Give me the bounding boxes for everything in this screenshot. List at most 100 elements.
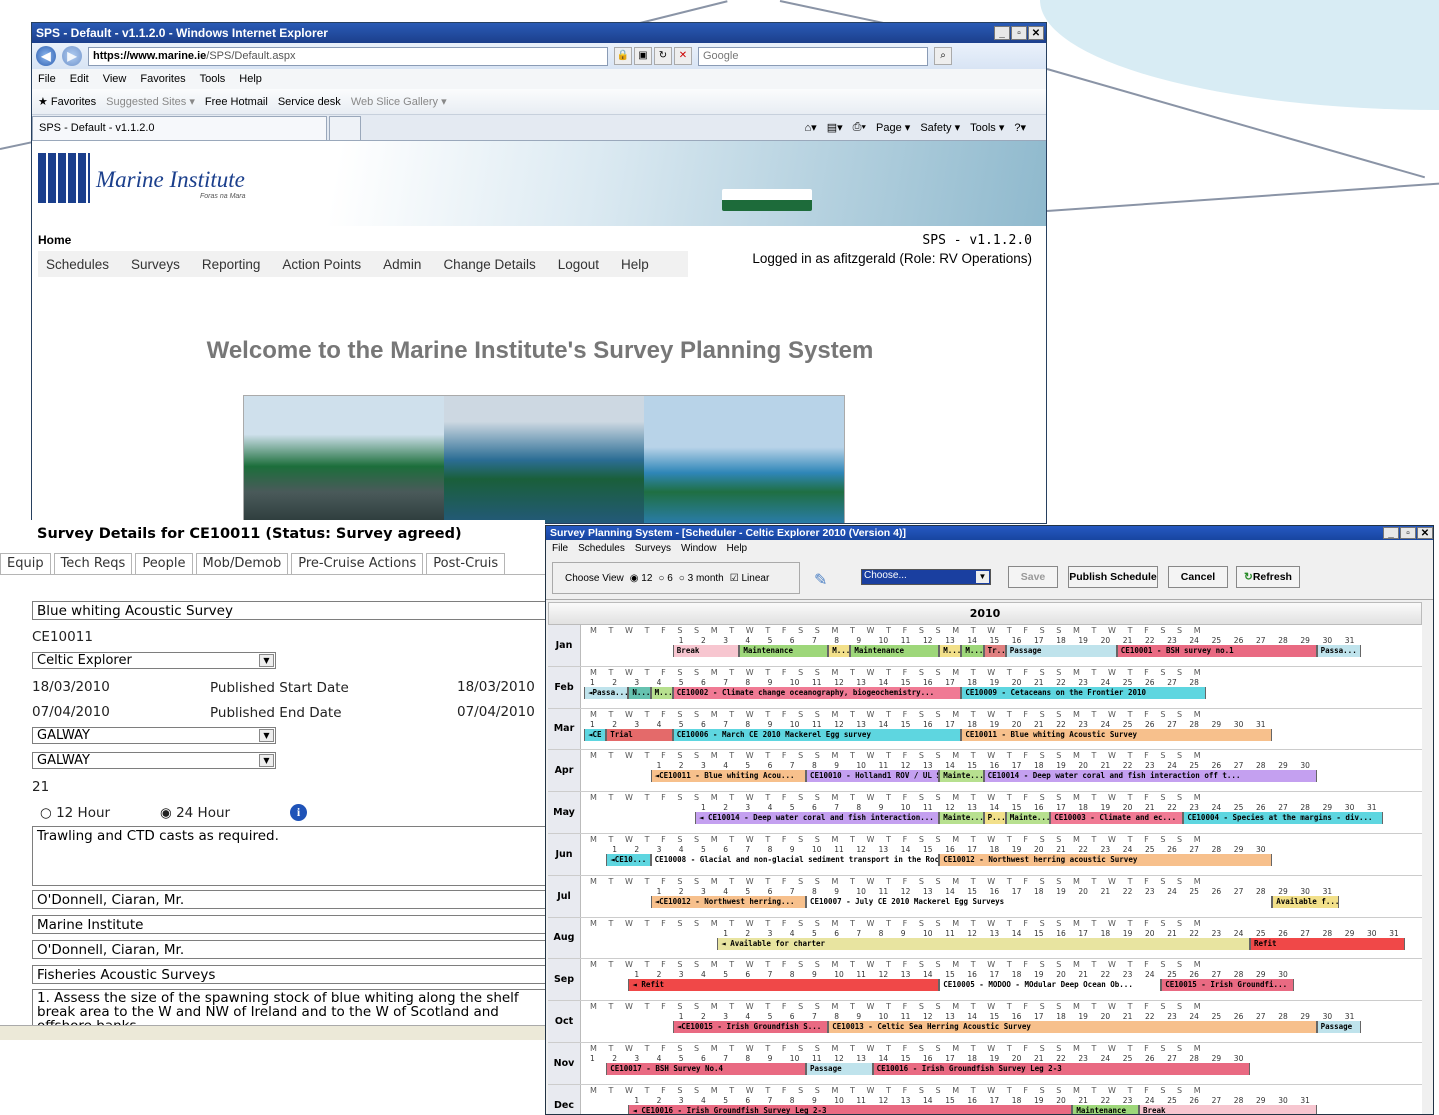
schedule-bar[interactable]: Trial (606, 728, 673, 741)
close-button[interactable]: ✕ (1417, 527, 1433, 539)
schedule-bar[interactable]: Available f... (1272, 895, 1339, 908)
tab-tech-reqs[interactable]: Tech Reqs (53, 553, 133, 574)
schedule-bar[interactable]: M... (650, 686, 673, 699)
refresh-icon[interactable]: ↻ (654, 47, 672, 65)
schedule-bar[interactable]: M... (939, 645, 962, 657)
tab-equip[interactable]: Equip (0, 553, 51, 574)
home-icon[interactable]: ⌂▾ (805, 121, 817, 134)
sch-menu-schedules[interactable]: Schedules (578, 543, 625, 554)
fav-service-desk[interactable]: Service desk (278, 96, 341, 108)
linear-checkbox[interactable]: ☑ Linear (730, 573, 770, 584)
schedule-bar[interactable]: Maintenance (850, 645, 940, 657)
sch-menu-help[interactable]: Help (727, 543, 748, 554)
tab-post-cruise[interactable]: Post-Cruis (426, 553, 506, 574)
schedule-bar[interactable]: ◄ Refit (628, 979, 940, 992)
sch-menu-surveys[interactable]: Surveys (635, 543, 671, 554)
nav-surveys[interactable]: Surveys (131, 257, 180, 272)
minimize-button[interactable]: _ (994, 26, 1010, 40)
schedule-bar[interactable]: Passage (1005, 645, 1117, 657)
schedule-bar[interactable]: Maintenance (739, 645, 829, 657)
schedule-select[interactable]: Choose... ▼ (861, 569, 991, 585)
schedule-bar[interactable]: CE10008 - Glacial and non-glacial sedime… (650, 853, 940, 866)
url-input[interactable]: https://www.marine.ie/SPS/Default.aspx (88, 46, 608, 66)
schedule-bar[interactable]: ◄CE10... (606, 853, 651, 866)
schedule-bar[interactable]: CE10006 - March CE 2010 Mackerel Egg sur… (672, 728, 962, 741)
schedule-bar[interactable]: CE10002 - Climate change oceanography, b… (672, 686, 962, 699)
new-tab-button[interactable] (329, 115, 361, 140)
schedule-bar[interactable]: ◄CE10011 - Blue whiting Acou... (650, 770, 806, 783)
publish-schedule-button[interactable]: Publish Schedule (1068, 566, 1158, 588)
restore-button[interactable]: ▫ (1400, 527, 1416, 539)
fav-suggested-sites[interactable]: Suggested Sites ▾ (106, 95, 195, 108)
nav-admin[interactable]: Admin (383, 257, 421, 272)
schedule-bar[interactable]: Mainte... (939, 770, 984, 783)
schedule-bar[interactable]: CE10003 - Climate and ec... (1050, 812, 1184, 825)
favorites-button[interactable]: ★ Favorites (38, 95, 96, 108)
feeds-icon[interactable]: ▤▾ (827, 121, 843, 134)
operations-textarea[interactable]: Trawling and CTD casts as required. (32, 826, 545, 886)
chief-scientist-field[interactable]: O'Donnell, Ciaran, Mr. (32, 890, 545, 909)
view-3month-radio[interactable]: ○ 3 month (679, 573, 724, 584)
schedule-bar[interactable]: CE10001 - BSH survey no.1 (1116, 645, 1317, 657)
schedule-bar[interactable]: Tr... (983, 645, 1006, 657)
view-12-radio[interactable]: ◉ 12 (630, 573, 653, 584)
tab-pre-cruise-actions[interactable]: Pre-Cruise Actions (291, 553, 424, 574)
schedule-bar[interactable]: ◄Passa... (584, 686, 629, 699)
schedule-bar[interactable]: CE10004 - Species at the margins - div..… (1183, 812, 1384, 825)
menu-view[interactable]: View (103, 73, 127, 85)
schedule-bar[interactable]: ◄CE (584, 728, 607, 741)
menu-file[interactable]: File (38, 73, 56, 85)
contact-field[interactable]: O'Donnell, Ciaran, Mr. (32, 940, 545, 959)
nav-action-points[interactable]: Action Points (282, 257, 361, 272)
schedule-bar[interactable]: CE10017 - BSH Survey No.4 (606, 1062, 806, 1075)
schedule-bar[interactable]: CE10016 - Irish Groundfish Survey Leg 2-… (872, 1062, 1250, 1075)
schedule-bar[interactable]: CE10007 - July CE 2010 Mackerel Egg Surv… (806, 895, 1273, 908)
home-link[interactable]: Home (38, 233, 71, 247)
tab-mob-demob[interactable]: Mob/Demob (195, 553, 289, 574)
nav-logout[interactable]: Logout (558, 257, 599, 272)
safety-menu[interactable]: Safety ▾ (920, 121, 960, 134)
tools-menu[interactable]: Tools ▾ (970, 121, 1004, 134)
tab-sps-default[interactable]: SPS - Default - v1.1.2.0 (32, 115, 327, 140)
nav-help[interactable]: Help (621, 257, 649, 272)
close-button[interactable]: ✕ (1028, 26, 1044, 40)
schedule-bar[interactable]: N... (628, 686, 651, 699)
survey-name-field[interactable]: Blue whiting Acoustic Survey (32, 601, 545, 620)
schedule-bar[interactable]: ◄ Available for charter (717, 937, 1250, 950)
page-menu[interactable]: Page ▾ (876, 121, 910, 134)
fav-web-slice-gallery[interactable]: Web Slice Gallery ▾ (351, 95, 447, 108)
schedule-bar[interactable]: CE10015 - Irish Groundfi... (1161, 979, 1295, 992)
schedule-bar[interactable]: CE10011 - Blue whiting Acoustic Survey (961, 728, 1273, 741)
schedule-bar[interactable]: ◄CE10012 - Northwest herring... (650, 895, 806, 908)
schedule-bar[interactable]: CE10012 - Northwest herring acoustic Sur… (939, 853, 1273, 866)
schedule-bar[interactable]: CE10010 - Holland1 ROV / UL Sonar & M... (806, 770, 940, 783)
nav-reporting[interactable]: Reporting (202, 257, 261, 272)
schedule-bar[interactable]: ◄ CE10016 - Irish Groundfish Survey Leg … (628, 1104, 1073, 1114)
radio-12-hour[interactable]: ○ 12 Hour (40, 805, 110, 821)
schedule-bar[interactable]: M... (828, 645, 851, 657)
vessel-select[interactable]: Celtic Explorer ▼ (32, 652, 276, 669)
menu-edit[interactable]: Edit (70, 73, 89, 85)
schedule-bar[interactable]: ◄ CE10014 - Deep water coral and fish in… (695, 812, 940, 825)
sch-menu-window[interactable]: Window (681, 543, 717, 554)
view-6-radio[interactable]: ○ 6 (658, 573, 672, 584)
schedule-bar[interactable]: Break (1139, 1104, 1317, 1114)
search-input[interactable]: Google (698, 46, 928, 66)
nav-change-details[interactable]: Change Details (443, 257, 535, 272)
schedule-bar[interactable]: Break (672, 645, 740, 657)
forward-arrow-icon[interactable]: ▶ (62, 46, 82, 66)
schedule-bar[interactable]: CE10013 - Celtic Sea Herring Acoustic Su… (828, 1021, 1317, 1034)
tab-people[interactable]: People (135, 553, 193, 574)
schedule-bar[interactable]: Passa... (1316, 645, 1361, 657)
fav-free-hotmail[interactable]: Free Hotmail (205, 96, 268, 108)
sch-menu-file[interactable]: File (552, 543, 568, 554)
nav-schedules[interactable]: Schedules (46, 257, 109, 272)
schedule-bar[interactable]: Mainte... (939, 812, 984, 825)
save-button[interactable]: Save (1008, 566, 1058, 588)
schedule-bar[interactable]: Mainte... (1005, 812, 1051, 825)
schedule-bar[interactable]: ◄CE10015 - Irish Groundfish S... (672, 1021, 829, 1034)
departure-port-select[interactable]: GALWAY ▼ (32, 727, 276, 744)
schedule-bar[interactable]: M... (961, 645, 984, 657)
objectives-textarea[interactable]: 1. Assess the size of the spawning stock… (32, 989, 545, 1027)
programme-field[interactable]: Fisheries Acoustic Surveys (32, 965, 545, 984)
